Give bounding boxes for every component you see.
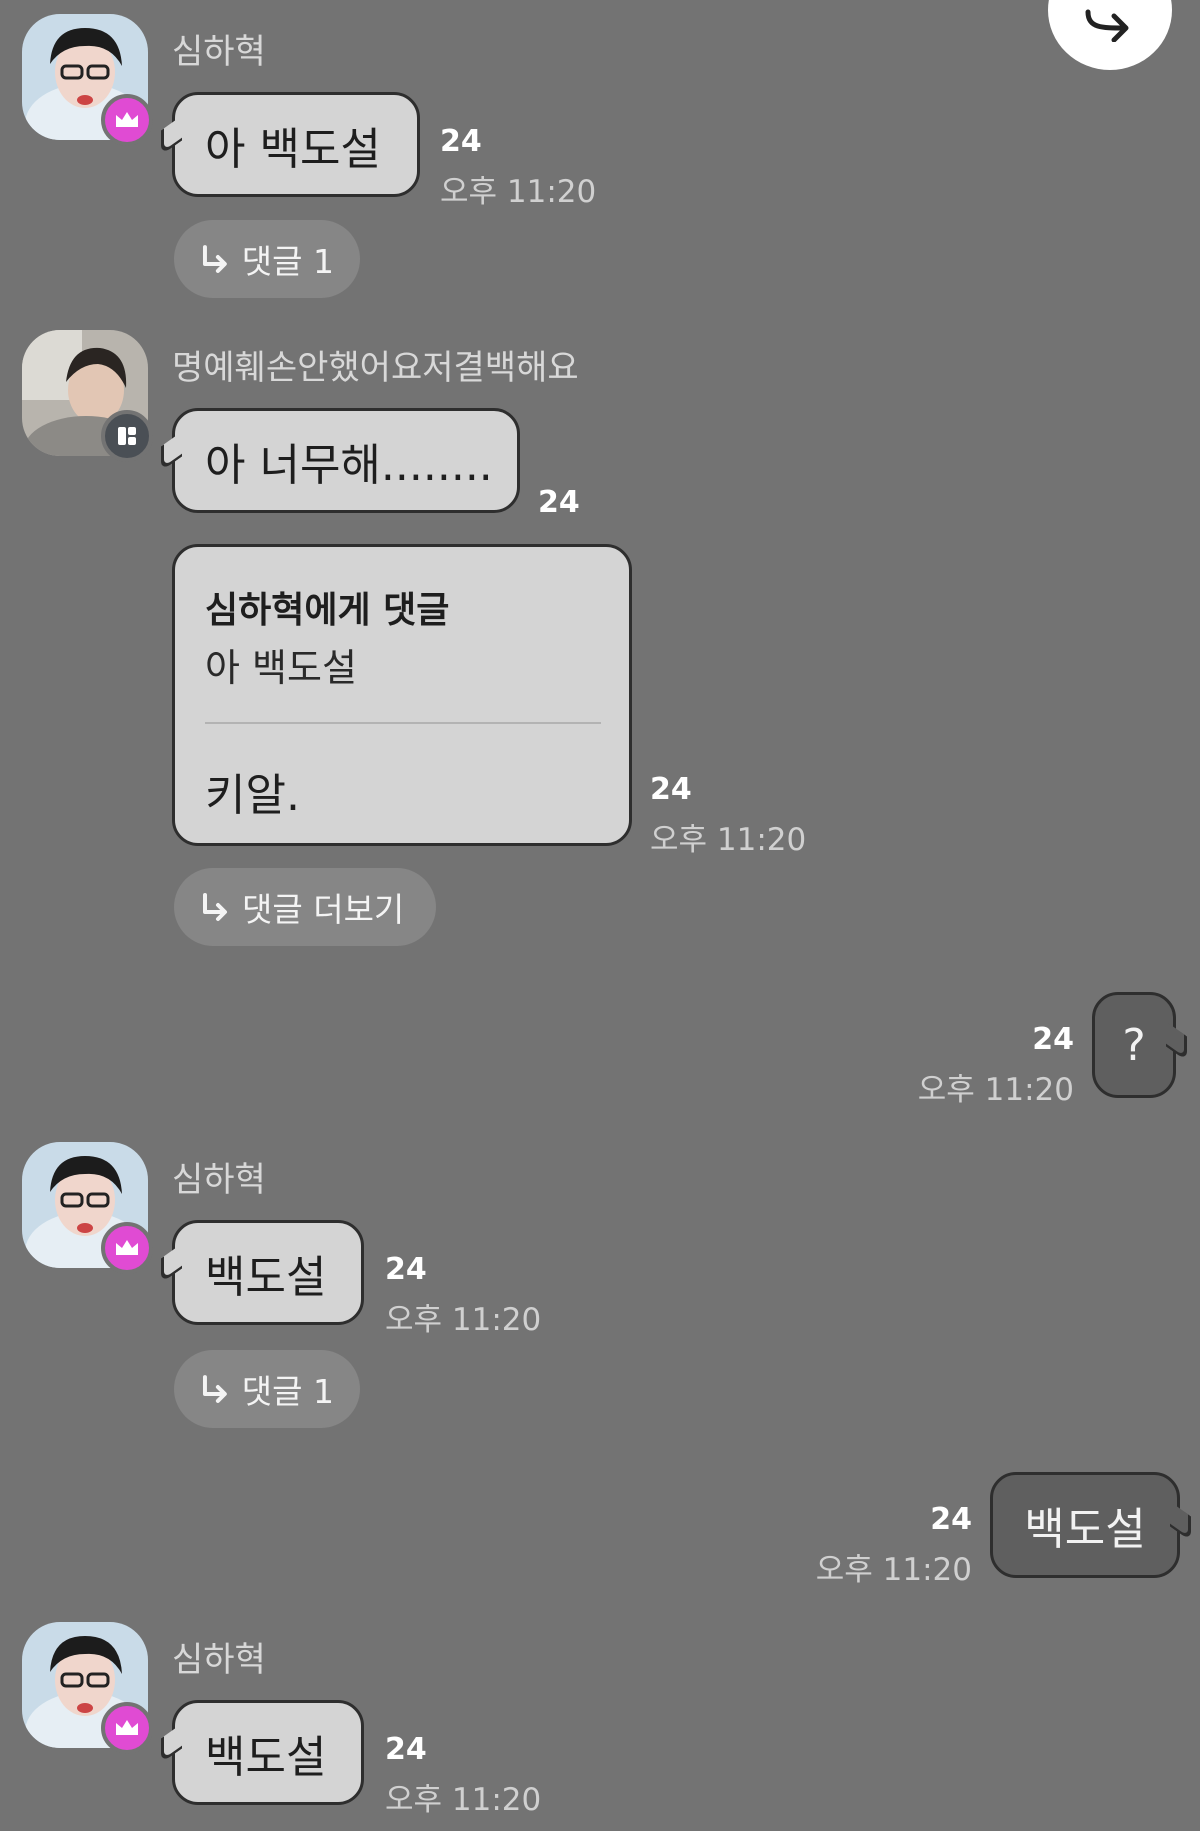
sender-name: 심하혁 [172,1160,266,1200]
bubble-tail [161,1243,182,1284]
crown-icon [116,112,138,127]
message-text: 백도설 [205,1251,327,1303]
unread-count: 24 [650,772,692,807]
reply-arrow-icon [203,893,227,921]
crown-badge [101,1702,153,1754]
reply-arrow-icon [202,1375,227,1403]
share-arrow-icon [1085,9,1129,42]
message-text: 아 너무해........ [205,439,493,491]
bubble-tail [1170,1501,1191,1542]
timestamp: 오후 11:20 [385,1302,542,1338]
bubble-tail [161,115,182,156]
replies-button[interactable]: 댓글 1 [174,220,360,298]
unread-count: 24 [440,124,482,159]
timestamp: 오후 11:20 [815,1552,972,1588]
divider [205,722,601,724]
crown-badge [101,94,153,146]
unread-count: 24 [930,1502,972,1537]
message-bubble[interactable]: 백도설 [161,1700,364,1805]
sender-name: 심하혁 [172,1640,266,1680]
bubble-tail [161,431,182,472]
manager-icon [118,427,136,445]
reply-to-text: 아 백도설 [205,646,357,690]
timestamp: 오후 11:20 [917,1072,1074,1108]
timestamp: 오후 11:20 [385,1782,542,1818]
sender-name: 심하혁 [172,32,266,72]
timestamp: 오후 11:20 [440,174,597,210]
replies-button[interactable]: 댓글 1 [174,1350,360,1428]
unread-count: 24 [1032,1022,1074,1057]
message-text: 백도설 [1024,1504,1146,1555]
bubble-tail [161,1723,182,1764]
reply-card[interactable]: 심하혁에게 댓글 아 백도설 키알. [172,544,632,846]
crown-icon [116,1720,138,1735]
message-text: 키알. [205,770,300,821]
message-bubble[interactable]: 백도설 [990,1472,1191,1578]
unread-count: 24 [538,485,580,520]
replies-label: 댓글 1 [241,1372,334,1411]
message-bubble[interactable]: 백도설 [161,1220,364,1325]
unread-count: 24 [385,1252,427,1287]
message-bubble[interactable]: 아 너무해........ [161,408,520,513]
manager-badge [101,410,153,462]
crown-icon [116,1240,138,1255]
unread-count: 24 [385,1732,427,1767]
replies-label: 댓글 1 [241,242,334,281]
message-text: 백도설 [205,1731,327,1783]
reply-arrow-icon [202,245,227,273]
replies-label: 댓글 더보기 [242,890,405,929]
more-replies-button[interactable]: 댓글 더보기 [174,868,436,946]
timestamp: 오후 11:20 [650,822,807,858]
message-text: 아 백도설 [205,123,381,175]
message-text: ? [1122,1019,1146,1071]
reply-to-label: 심하혁에게 댓글 [205,590,450,631]
sender-name: 명예훼손안했어요저결백해요 [172,348,579,388]
message-bubble[interactable]: 아 백도설 [161,92,420,197]
bubble-tail [1166,1021,1187,1062]
crown-badge [101,1222,153,1274]
message-bubble[interactable]: ? [1092,992,1187,1098]
share-button[interactable] [1048,0,1172,70]
